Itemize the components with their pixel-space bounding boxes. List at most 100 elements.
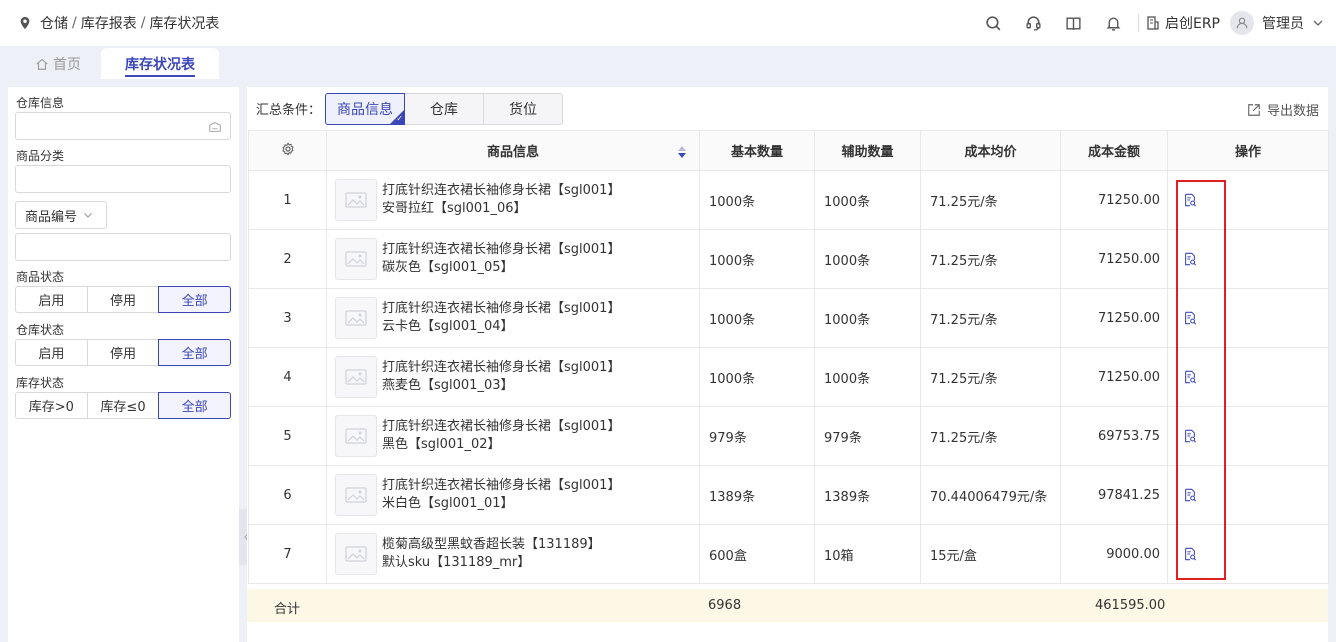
filter-panel: 仓库信息 商品分类 商品编号 商品状态 启用 停用 全部 仓库状态 启用 停用 … bbox=[8, 87, 239, 642]
product-sku: 黑色【sgl001_02】 bbox=[382, 437, 501, 452]
product-image-placeholder bbox=[335, 179, 377, 221]
product-cell: 打底针织连衣裙长袖修身长裙【sgl001】 米白色【sgl001_01】 bbox=[326, 465, 700, 525]
total-row: 合计 6968 461595.00 bbox=[247, 589, 1328, 622]
amount-cell: 9000.00 bbox=[1060, 524, 1168, 584]
table-row: 5 打底针织连衣裙长袖修身长裙【sgl001】 黑色【sgl001_02】 979条 9… bbox=[248, 406, 1329, 466]
aux-qty-cell: 979条 bbox=[814, 406, 921, 466]
avg-cost-cell: 71.25元/条 bbox=[920, 170, 1061, 230]
group-by-product[interactable]: 商品信息 ✓ bbox=[325, 93, 405, 125]
breadcrumb-item-stock-report[interactable]: 库存报表 bbox=[81, 13, 137, 33]
chevron-down-icon bbox=[84, 213, 92, 218]
warehouse-status-enabled[interactable]: 启用 bbox=[15, 339, 88, 366]
base-qty-cell: 979条 bbox=[699, 406, 815, 466]
check-icon: ✓ bbox=[396, 114, 403, 123]
group-by-tabs: 商品信息 ✓ 仓库 货位 bbox=[325, 93, 563, 125]
search-button[interactable] bbox=[974, 0, 1014, 46]
tab-home[interactable]: 首页 bbox=[16, 48, 100, 79]
table-row: 4 打底针织连衣裙长袖修身长裙【sgl001】 燕麦色【sgl001_03】 1000… bbox=[248, 347, 1329, 407]
product-status-all[interactable]: 全部 bbox=[158, 286, 232, 313]
product-image-placeholder bbox=[335, 474, 377, 516]
export-icon bbox=[1248, 103, 1260, 116]
base-qty-cell: 1000条 bbox=[699, 347, 815, 407]
view-detail-icon[interactable] bbox=[1183, 429, 1197, 443]
gear-icon bbox=[281, 141, 294, 156]
view-detail-icon[interactable] bbox=[1183, 311, 1197, 325]
table-header-row: 商品信息 基本数量 辅助数量 成本均价 成本金额 操作 bbox=[248, 130, 1329, 171]
category-input[interactable] bbox=[15, 165, 231, 193]
base-qty-cell: 600盒 bbox=[699, 524, 815, 584]
view-detail-icon[interactable] bbox=[1183, 193, 1197, 207]
product-name: 打底针织连衣裙长袖修身长裙【sgl001】 bbox=[382, 419, 621, 434]
table-row: 1 打底针织连衣裙长袖修身长裙【sgl001】 安哥拉红【sgl001_06】 100… bbox=[248, 170, 1329, 230]
image-icon bbox=[345, 428, 367, 444]
group-by-location[interactable]: 货位 bbox=[483, 93, 563, 125]
view-detail-icon[interactable] bbox=[1183, 370, 1197, 384]
aux-qty-cell: 10箱 bbox=[814, 524, 921, 584]
product-sku: 默认sku【131189_mr】 bbox=[382, 555, 531, 570]
row-index: 5 bbox=[248, 406, 327, 466]
amount-cell: 97841.25 bbox=[1060, 465, 1168, 525]
company-switcher[interactable]: 启创ERP bbox=[1145, 13, 1220, 33]
building-icon bbox=[1147, 16, 1159, 30]
export-button[interactable]: 导出数据 bbox=[1247, 100, 1319, 119]
actions-cell bbox=[1167, 406, 1329, 466]
product-name: 打底针织连衣裙长袖修身长裙【sgl001】 bbox=[382, 242, 621, 257]
product-name: 打底针织连衣裙长袖修身长裙【sgl001】 bbox=[382, 360, 621, 375]
tab-stock-status[interactable]: 库存状况表 bbox=[101, 48, 219, 79]
actions-cell bbox=[1167, 465, 1329, 525]
product-image-placeholder bbox=[335, 297, 377, 339]
user-name[interactable]: 管理员 bbox=[1262, 13, 1304, 33]
product-sku: 云卡色【sgl001_04】 bbox=[382, 319, 514, 334]
view-detail-icon[interactable] bbox=[1183, 252, 1197, 266]
sort-icon[interactable] bbox=[677, 145, 687, 159]
warehouse-info-label: 仓库信息 bbox=[16, 96, 65, 110]
product-code-input[interactable] bbox=[15, 233, 231, 261]
warehouse-info-input[interactable] bbox=[15, 112, 231, 140]
breadcrumb-separator: / bbox=[140, 15, 146, 31]
column-header-product-label: 商品信息 bbox=[486, 145, 539, 160]
category-label: 商品分类 bbox=[16, 149, 65, 163]
stock-status-nonpositive[interactable]: 库存≤0 bbox=[86, 392, 160, 419]
chevron-down-icon[interactable] bbox=[1312, 17, 1324, 29]
total-base-qty: 6968 bbox=[708, 598, 742, 613]
support-button[interactable] bbox=[1014, 0, 1054, 46]
column-header-product[interactable]: 商品信息 bbox=[326, 130, 700, 171]
warehouse-status-disabled[interactable]: 停用 bbox=[86, 339, 160, 366]
warehouse-status-label: 仓库状态 bbox=[16, 323, 65, 337]
warehouse-status-segment: 启用 停用 全部 bbox=[15, 339, 232, 366]
product-cell: 打底针织连衣裙长袖修身长裙【sgl001】 安哥拉红【sgl001_06】 bbox=[326, 170, 700, 230]
warehouse-icon[interactable] bbox=[208, 120, 222, 134]
row-index: 1 bbox=[248, 170, 327, 230]
avg-cost-cell: 71.25元/条 bbox=[920, 406, 1061, 466]
notification-button[interactable] bbox=[1094, 0, 1134, 46]
avg-cost-cell: 71.25元/条 bbox=[920, 229, 1061, 289]
product-status-disabled[interactable]: 停用 bbox=[86, 286, 160, 313]
column-settings[interactable] bbox=[248, 130, 327, 171]
base-qty-cell: 1389条 bbox=[699, 465, 815, 525]
row-index: 2 bbox=[248, 229, 327, 289]
product-status-enabled[interactable]: 启用 bbox=[15, 286, 88, 313]
total-amount: 461595.00 bbox=[1095, 598, 1166, 613]
stock-status-all[interactable]: 全部 bbox=[158, 392, 232, 419]
image-icon bbox=[345, 487, 367, 503]
stock-status-positive[interactable]: 库存>0 bbox=[15, 392, 88, 419]
view-detail-icon[interactable] bbox=[1183, 547, 1197, 561]
bell-icon bbox=[1107, 17, 1121, 31]
stock-table: 商品信息 基本数量 辅助数量 成本均价 成本金额 操作 1 打底针织连衣裙长袖修身… bbox=[248, 130, 1329, 584]
table-row: 3 打底针织连衣裙长袖修身长裙【sgl001】 云卡色【sgl001_04】 1000… bbox=[248, 288, 1329, 348]
view-detail-icon[interactable] bbox=[1183, 488, 1197, 502]
breadcrumb-item-warehouse[interactable]: 仓储 bbox=[40, 13, 68, 33]
product-code-select[interactable]: 商品编号 bbox=[15, 201, 107, 229]
stock-status-segment: 库存>0 库存≤0 全部 bbox=[15, 392, 232, 419]
group-by-warehouse[interactable]: 仓库 bbox=[404, 93, 484, 125]
actions-cell bbox=[1167, 347, 1329, 407]
aux-qty-cell: 1000条 bbox=[814, 229, 921, 289]
product-cell: 打底针织连衣裙长袖修身长裙【sgl001】 燕麦色【sgl001_03】 bbox=[326, 347, 700, 407]
row-index: 6 bbox=[248, 465, 327, 525]
warehouse-status-all[interactable]: 全部 bbox=[158, 339, 232, 366]
top-bar: 仓储 / 库存报表 / 库存状况表 启创ERP 管理员 bbox=[0, 0, 1336, 46]
help-docs-button[interactable] bbox=[1054, 0, 1094, 46]
avatar[interactable] bbox=[1230, 11, 1254, 35]
breadcrumb: 仓储 / 库存报表 / 库存状况表 bbox=[18, 13, 219, 33]
product-name: 打底针织连衣裙长袖修身长裙【sgl001】 bbox=[382, 301, 621, 316]
